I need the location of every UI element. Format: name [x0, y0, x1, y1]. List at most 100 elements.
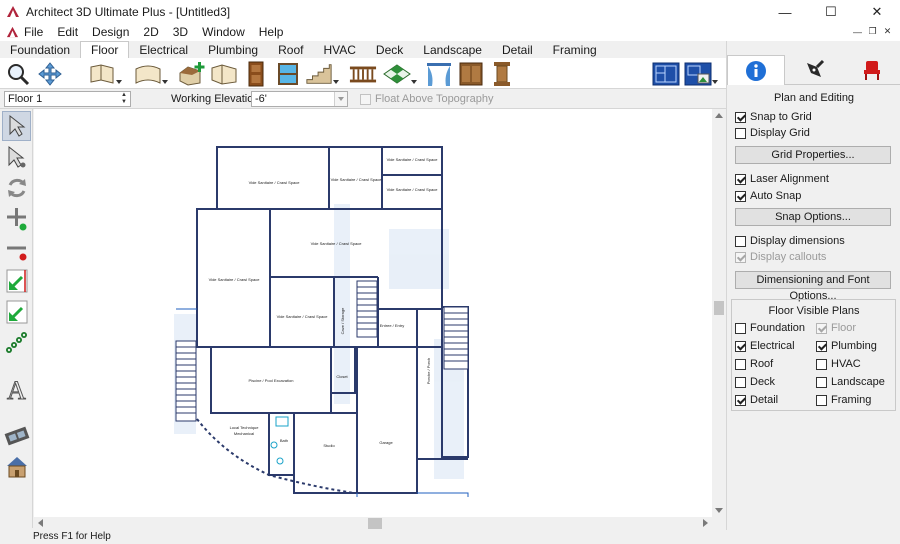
room-label[interactable]: Studio	[323, 443, 335, 448]
checkbox-box[interactable]	[735, 394, 746, 406]
display-grid-checkbox[interactable]: Display Grid	[735, 127, 810, 139]
visible-landscape-checkbox[interactable]: Landscape	[816, 376, 885, 388]
menu-edit[interactable]: Edit	[50, 24, 85, 41]
visible-foundation-checkbox[interactable]: Foundation	[735, 322, 805, 334]
tab-plumbing[interactable]: Plumbing	[198, 42, 268, 58]
tab-roof[interactable]: Roof	[268, 42, 313, 58]
curved-wall-icon[interactable]	[134, 60, 168, 87]
checkbox-box[interactable]	[816, 358, 827, 370]
scroll-right-icon[interactable]	[703, 519, 708, 527]
close-button[interactable]: ✕	[854, 0, 900, 24]
floor-selector[interactable]: Floor 1 ▲ ▼	[4, 91, 131, 107]
tab-framing[interactable]: Framing	[543, 42, 607, 58]
select-arrow-icon[interactable]	[2, 111, 31, 141]
room-label[interactable]: Vide Sanitaire / Crawl Space	[277, 314, 329, 319]
room-label[interactable]: Vide Sanitaire / Crawl Space	[387, 157, 439, 162]
minimize-button[interactable]: —	[762, 0, 808, 24]
menu-2d[interactable]: 2D	[136, 24, 165, 41]
scroll-down-icon[interactable]	[715, 508, 723, 513]
snap-options-button[interactable]: Snap Options...	[735, 208, 891, 226]
tab-landscape[interactable]: Landscape	[413, 42, 492, 58]
auto-snap-checkbox[interactable]: Auto Snap	[735, 190, 801, 202]
plan-view-icon[interactable]	[652, 60, 680, 87]
door-icon[interactable]	[242, 60, 270, 87]
room-label[interactable]: Cave / Storage	[340, 307, 345, 334]
pan-icon[interactable]	[36, 60, 64, 87]
elevation-dropdown-icon[interactable]	[334, 92, 347, 106]
menu-window[interactable]: Window	[195, 24, 252, 41]
tab-hvac[interactable]: HVAC	[313, 42, 365, 58]
menu-3d[interactable]: 3D	[166, 24, 195, 41]
checkbox-box[interactable]	[735, 190, 746, 202]
laser-alignment-checkbox[interactable]: Laser Alignment	[735, 173, 829, 185]
curtain-icon[interactable]	[425, 60, 453, 87]
visible-plumbing-checkbox[interactable]: Plumbing	[816, 340, 877, 352]
column-icon[interactable]	[488, 60, 516, 87]
room-edit-icon[interactable]	[210, 60, 238, 87]
visible-framing-checkbox[interactable]: Framing	[816, 394, 871, 406]
horizontal-scroll-thumb[interactable]	[368, 518, 382, 529]
doc-close-icon[interactable]: ✕	[881, 25, 894, 38]
room-label[interactable]: Vide Sanitaire / Crawl Space	[331, 177, 383, 182]
room-add-icon[interactable]	[178, 60, 206, 87]
vertical-scroll-thumb[interactable]	[714, 301, 724, 315]
text-icon[interactable]: A	[2, 374, 31, 404]
drawing-canvas[interactable]: Vide Sanitaire / Crawl Space Vide Sanita…	[34, 109, 712, 517]
tab-electrical[interactable]: Electrical	[129, 42, 198, 58]
room-label[interactable]: Entree / Entry	[380, 323, 404, 328]
floor-plan[interactable]: Vide Sanitaire / Crawl Space Vide Sanita…	[34, 109, 712, 517]
vertical-scrollbar[interactable]	[712, 109, 726, 517]
3d-view-icon[interactable]	[684, 60, 718, 87]
room-label[interactable]: Vide Sanitaire / Crawl Space	[311, 241, 363, 246]
display-dimensions-checkbox[interactable]: Display dimensions	[735, 235, 845, 247]
tab-foundation[interactable]: Foundation	[0, 42, 80, 58]
checkbox-box[interactable]	[735, 235, 746, 247]
doc-restore-icon[interactable]: ❐	[866, 25, 879, 38]
house-icon[interactable]	[2, 452, 31, 482]
scroll-up-icon[interactable]	[715, 113, 723, 118]
trim-icon[interactable]	[2, 297, 31, 327]
info-tab[interactable]	[727, 55, 785, 85]
tab-detail[interactable]: Detail	[492, 42, 543, 58]
room-label[interactable]: Closet	[336, 374, 348, 379]
checkbox-box[interactable]	[735, 376, 746, 388]
visible-deck-checkbox[interactable]: Deck	[735, 376, 775, 388]
rotate-icon[interactable]	[2, 173, 31, 203]
menu-file[interactable]: File	[19, 24, 50, 41]
add-point-icon[interactable]	[2, 204, 31, 234]
checkbox-box[interactable]	[816, 394, 827, 406]
room-label[interactable]: Garage	[379, 440, 393, 445]
film-icon[interactable]	[2, 421, 31, 451]
chair-tab[interactable]	[843, 55, 900, 85]
delete-point-icon[interactable]	[2, 235, 31, 265]
room-label[interactable]: Piscine / Pool Excavation	[249, 378, 294, 383]
railing-icon[interactable]	[349, 60, 377, 87]
working-elevation-input[interactable]: -6'	[251, 91, 348, 107]
snap-to-grid-checkbox[interactable]: Snap to Grid	[735, 111, 812, 123]
room-label[interactable]: Bath	[280, 438, 288, 443]
room-label[interactable]: Porche / Porch	[426, 358, 431, 384]
room-label[interactable]: Local Technique	[230, 425, 260, 430]
checkbox-box[interactable]	[735, 358, 746, 370]
room-label[interactable]: Mechanical	[234, 431, 254, 436]
room-label[interactable]: Vide Sanitaire / Crawl Space	[249, 180, 301, 185]
tab-deck[interactable]: Deck	[366, 42, 413, 58]
scroll-left-icon[interactable]	[38, 519, 43, 527]
cabinet-icon[interactable]	[457, 60, 485, 87]
checkbox-box[interactable]	[735, 127, 746, 139]
room-label[interactable]: Vide Sanitaire / Crawl Space	[209, 277, 261, 282]
pen-tab[interactable]	[785, 55, 843, 85]
checkbox-box[interactable]	[816, 340, 827, 352]
menu-help[interactable]: Help	[252, 24, 291, 41]
float-above-topography-checkbox[interactable]: Float Above Topography	[360, 93, 493, 105]
checkbox-box[interactable]	[735, 322, 746, 334]
visible-detail-checkbox[interactable]: Detail	[735, 394, 778, 406]
visible-hvac-checkbox[interactable]: HVAC	[816, 358, 861, 370]
wall-icon[interactable]	[88, 60, 122, 87]
zoom-icon[interactable]	[4, 60, 32, 87]
horizontal-scrollbar[interactable]	[34, 517, 712, 530]
stairs-icon[interactable]	[305, 60, 339, 87]
snap-icon[interactable]	[2, 266, 31, 296]
maximize-button[interactable]: ☐	[808, 0, 854, 24]
flooring-icon[interactable]	[383, 60, 417, 87]
